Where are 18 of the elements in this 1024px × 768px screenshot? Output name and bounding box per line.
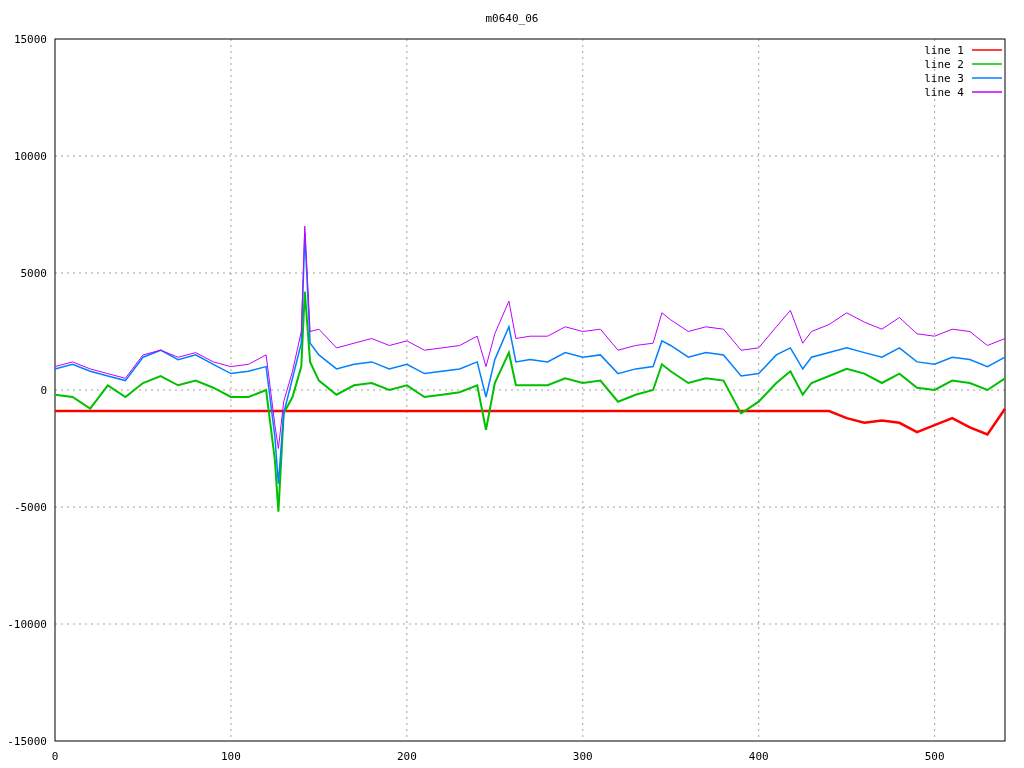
x-tick-label: 0 <box>51 750 59 763</box>
y-tick-label: -15000 <box>7 735 47 748</box>
x-tick-label: 200 <box>396 750 417 763</box>
legend-label: line 4 <box>924 86 964 99</box>
y-tick-label: 5000 <box>20 267 47 280</box>
x-tick-label: 400 <box>748 750 769 763</box>
legend-label: line 2 <box>924 58 964 71</box>
chart-title: m0640_06 <box>485 12 539 25</box>
x-tick-label: 500 <box>924 750 945 763</box>
y-tick-label: 15000 <box>13 33 47 46</box>
legend-label: line 1 <box>924 44 964 57</box>
legend-label: line 3 <box>924 72 964 85</box>
x-tick-label: 100 <box>221 750 241 763</box>
y-tick-label: -5000 <box>13 501 47 514</box>
x-tick-label: 300 <box>572 750 593 763</box>
y-tick-label: 0 <box>40 384 47 397</box>
y-tick-label: 10000 <box>13 150 47 163</box>
y-tick-label: -10000 <box>7 618 47 631</box>
